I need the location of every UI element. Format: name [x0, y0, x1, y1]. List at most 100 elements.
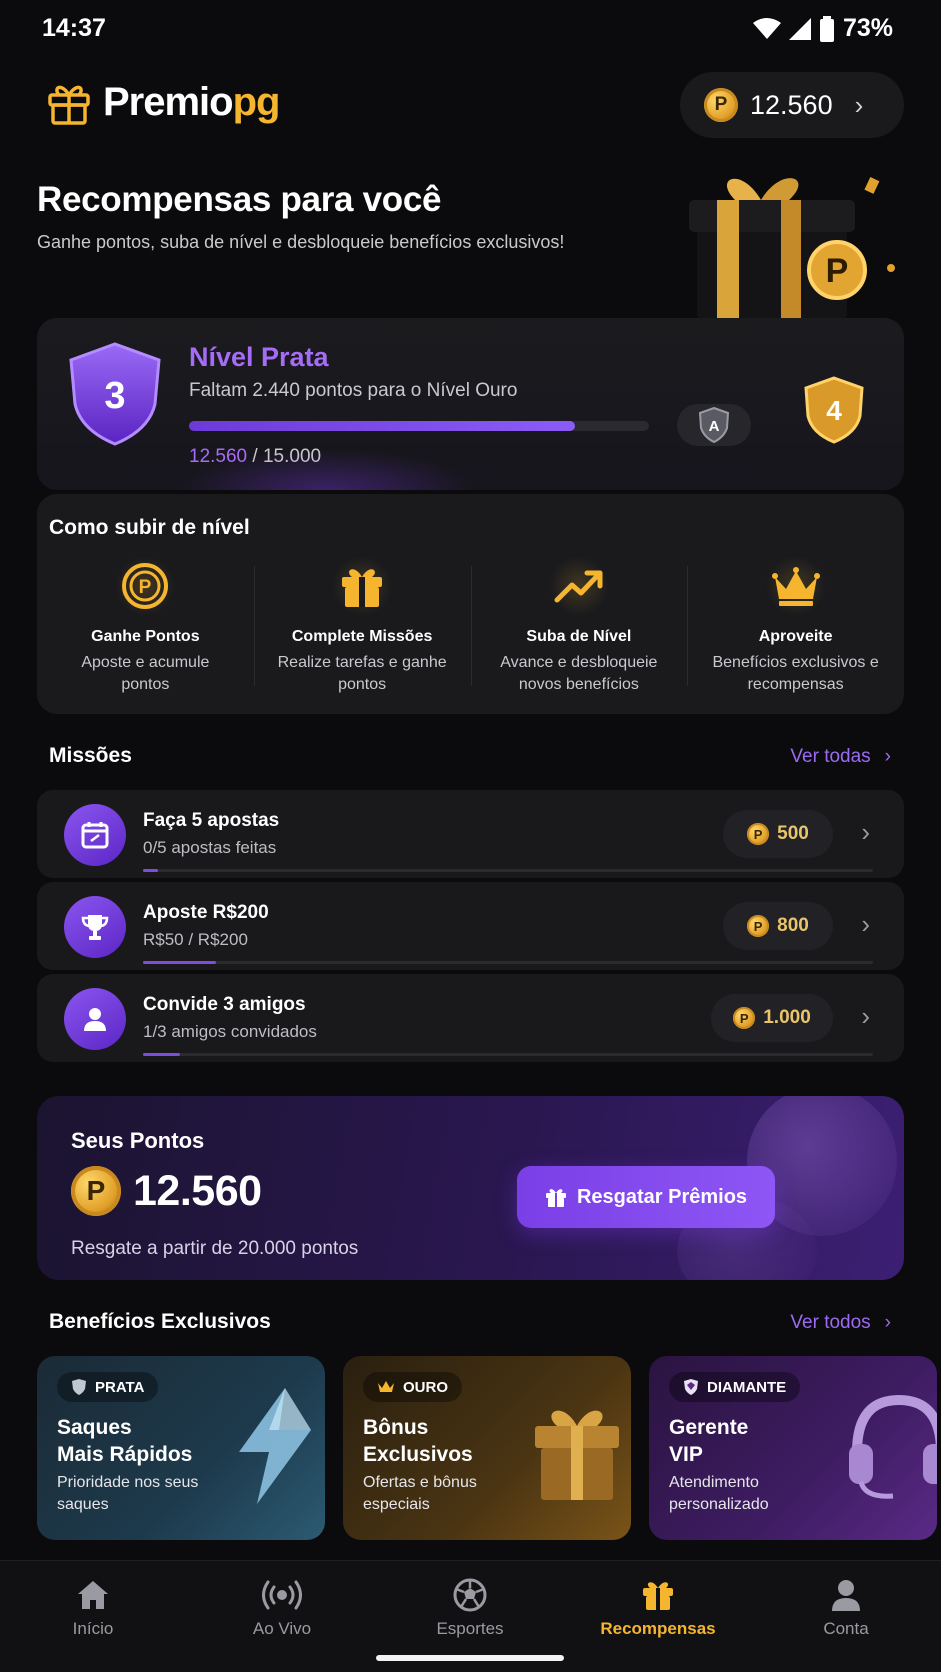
user-icon: [64, 988, 126, 1050]
wifi-icon: [752, 17, 781, 39]
mission-reward: P 500: [723, 810, 833, 858]
benefit-title-line: VIP: [669, 1443, 703, 1466]
chevron-right-icon: ›: [861, 817, 870, 847]
how-to-items: P Ganhe Pontos Aposte e acumule pontos C…: [37, 556, 904, 706]
coin-icon: P: [115, 556, 176, 616]
status-time: 14:37: [42, 14, 106, 42]
how-to-item-desc: Benefícios exclusivos e recompensas: [712, 654, 879, 693]
benefit-card-ouro[interactable]: OURO Bônus Exclusivos Ofertas e bônus esp…: [343, 1356, 631, 1540]
home-icon: [18, 1575, 168, 1615]
nav-label: Início: [72, 1619, 114, 1638]
trend-up-icon: [548, 556, 609, 616]
points-card: Seus Pontos P 12.560 Resgate a partir de…: [37, 1096, 904, 1280]
lightning-icon: [239, 1388, 311, 1504]
benefits-title: Benefícios Exclusivos: [49, 1310, 271, 1333]
brand-logo[interactable]: Premiopg: [45, 78, 280, 126]
missions-header: Missões Ver todas ›: [49, 744, 891, 774]
mission-progress-text: R$50 / R$200: [143, 930, 248, 949]
chevron-right-icon: ›: [884, 746, 891, 767]
benefit-title: Bônus Exclusivos: [363, 1414, 533, 1468]
nav-item-ao-vivo[interactable]: Ao Vivo: [207, 1575, 357, 1639]
benefit-tag: OURO: [363, 1372, 462, 1402]
benefit-title-line: Exclusivos: [363, 1443, 473, 1466]
level-progress-fill: [189, 421, 576, 431]
missions-see-all-link[interactable]: Ver todas ›: [790, 746, 891, 768]
nav-label: Recompensas: [600, 1619, 716, 1638]
how-to-item-points: P Ganhe Pontos Aposte e acumule pontos: [37, 556, 254, 706]
how-to-item-level: Suba de Nível Avance e desbloqueie novos…: [470, 556, 688, 706]
level-progress-bar: [189, 421, 649, 431]
coin-icon: P: [704, 88, 738, 122]
mission-item[interactable]: Faça 5 apostas 0/5 apostas feitas P 500 ›: [37, 790, 904, 878]
mission-progress-fill: [143, 869, 158, 872]
page-subtitle: Ganhe pontos, suba de nível e desbloquei…: [37, 232, 565, 252]
home-indicator[interactable]: [376, 1655, 564, 1661]
chevron-right-icon: ›: [861, 1001, 870, 1031]
how-to-item-desc: Realize tarefas e ganhe pontos: [277, 654, 447, 693]
coin-icon: P: [733, 1007, 756, 1029]
benefit-title-line: Gerente: [669, 1416, 749, 1439]
nav-item-esportes[interactable]: Esportes: [395, 1575, 545, 1639]
shield-icon: [72, 1379, 86, 1395]
coin-icon: P: [747, 915, 770, 937]
benefit-desc: Atendimento personalizado: [669, 1474, 769, 1513]
level-card[interactable]: 3 Nível Prata Faltam 2.440 pontos para o…: [37, 318, 904, 490]
points-value-row: P 12.560: [71, 1166, 262, 1216]
benefit-title: Saques Mais Rápidos: [57, 1414, 227, 1468]
benefits-carousel[interactable]: PRATA Saques Mais Rápidos Prioridade nos …: [37, 1356, 941, 1540]
mission-reward-value: 1.000: [763, 1007, 811, 1028]
nav-label: Esportes: [436, 1619, 504, 1638]
trophy-icon: [64, 896, 126, 958]
small-badge-letter: A: [709, 418, 720, 435]
benefit-tag: PRATA: [57, 1372, 159, 1402]
how-to-item-name: Complete Missões: [291, 628, 433, 645]
mission-reward-value: 500: [777, 823, 809, 844]
benefit-title-line: Mais Rápidos: [57, 1443, 193, 1466]
status-icons: 73%: [752, 14, 893, 43]
next-level-shield-icon: 4: [804, 376, 864, 444]
benefit-tag-label: OURO: [403, 1378, 448, 1396]
see-all-label: Ver todas: [790, 746, 871, 767]
benefit-desc: Ofertas e bônus especiais: [363, 1474, 477, 1513]
benefit-tag-label: DIAMANTE: [707, 1378, 787, 1396]
how-to-item-name: Suba de Nível: [526, 628, 632, 645]
brand-name: Premiopg: [103, 79, 280, 125]
benefits-see-all-link[interactable]: Ver todos ›: [790, 1312, 891, 1334]
redeem-prizes-button[interactable]: Resgatar Prêmios: [517, 1166, 775, 1228]
signal-icon: [788, 17, 811, 40]
mission-title: Aposte R$200: [143, 902, 269, 923]
benefit-tag: DIAMANTE: [669, 1372, 801, 1402]
missions-title: Missões: [49, 744, 132, 767]
nav-item-inicio[interactable]: Início: [18, 1575, 168, 1639]
mission-progress-fill: [143, 1053, 180, 1056]
brand-name-part1: Premio: [103, 79, 234, 124]
balance-button[interactable]: P 12.560 ›: [680, 72, 904, 138]
battery-icon: [819, 15, 834, 42]
benefit-tag-label: PRATA: [95, 1378, 145, 1396]
mission-item[interactable]: Aposte R$200 R$50 / R$200 P 800 ›: [37, 882, 904, 970]
hero-section: Recompensas para você Ganhe pontos, suba…: [37, 180, 637, 253]
svg-text:P: P: [826, 252, 849, 290]
how-to-item-enjoy: Aproveite Benefícios exclusivos e recomp…: [687, 556, 904, 706]
gift-box-illustration-icon: P: [689, 176, 895, 320]
diamond-shield-icon: [684, 1379, 698, 1395]
small-shield-icon: A: [698, 407, 730, 443]
points-label: Seus Pontos: [71, 1128, 205, 1153]
svg-text:P: P: [139, 577, 152, 598]
mission-reward: P 1.000: [711, 994, 833, 1042]
redeem-button-label: Resgatar Prêmios: [576, 1185, 748, 1208]
mission-title: Convide 3 amigos: [143, 994, 306, 1015]
nav-item-recompensas[interactable]: Recompensas: [583, 1575, 733, 1639]
mission-progress-bar: [143, 869, 873, 872]
benefit-card-diamante[interactable]: DIAMANTE Gerente VIP Atendimento personal…: [649, 1356, 937, 1540]
mission-progress-fill: [143, 961, 216, 964]
level-name: Nível Prata: [189, 342, 329, 372]
gift-icon: [332, 556, 393, 616]
how-to-title: Como subir de nível: [49, 516, 250, 539]
nav-item-conta[interactable]: Conta: [771, 1575, 921, 1639]
gift-box-icon: [535, 1410, 619, 1500]
how-to-level-card: Como subir de nível P Ganhe Pontos Apost…: [37, 494, 904, 714]
mission-item[interactable]: Convide 3 amigos 1/3 amigos convidados P…: [37, 974, 904, 1062]
how-to-item-name: Aproveite: [758, 628, 833, 645]
benefit-card-prata[interactable]: PRATA Saques Mais Rápidos Prioridade nos …: [37, 1356, 325, 1540]
